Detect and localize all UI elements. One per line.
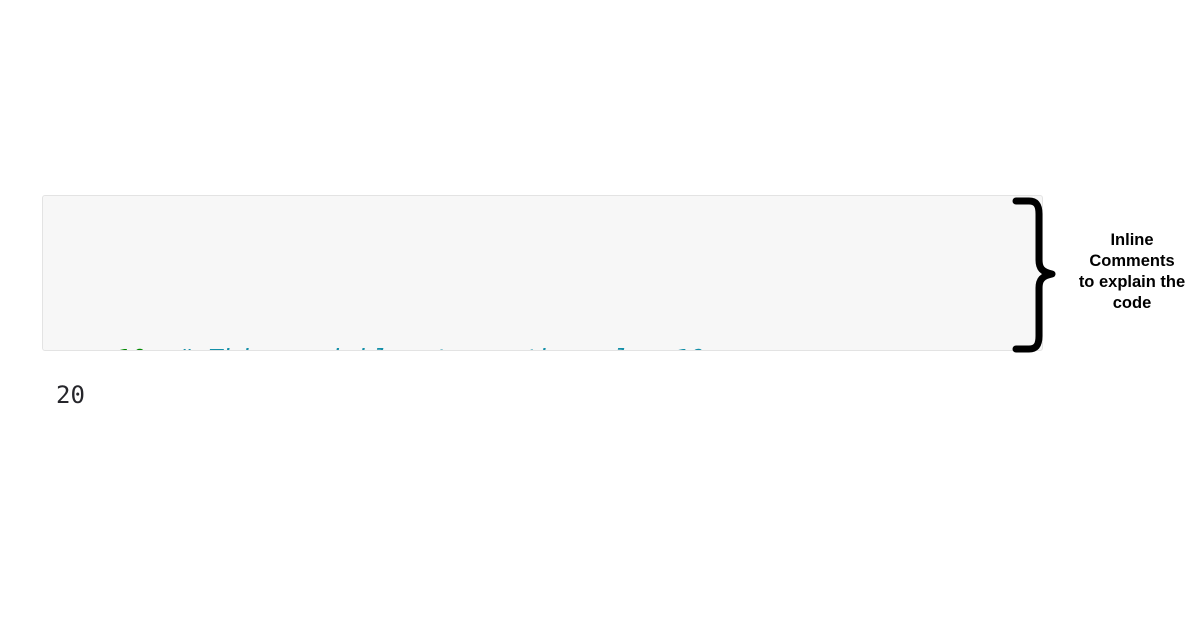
annotation-line-1: Inline <box>1110 231 1154 249</box>
annotation-line-2: Comments <box>1089 252 1175 270</box>
token-inline-comment: # This variable stores the value 10 <box>177 344 704 350</box>
annotation-label: Inline Comments to explain the code <box>1062 230 1200 314</box>
token-operator-assign: = <box>87 344 102 350</box>
token-number: 10 <box>117 344 147 350</box>
annotation-line-3: to explain the <box>1078 273 1186 291</box>
code-line-1: x = 10 # This variable stores the value … <box>57 337 1042 350</box>
program-output: 20 <box>56 381 85 409</box>
code-block: x = 10 # This variable stores the value … <box>42 195 1043 351</box>
annotation-line-4: code <box>1112 294 1152 312</box>
token-identifier: x <box>57 344 72 350</box>
screenshot-canvas: x = 10 # This variable stores the value … <box>0 0 1200 630</box>
code-lines: x = 10 # This variable stores the value … <box>57 208 1042 350</box>
token-gap <box>147 344 177 350</box>
curly-brace-right-icon <box>1012 196 1060 354</box>
